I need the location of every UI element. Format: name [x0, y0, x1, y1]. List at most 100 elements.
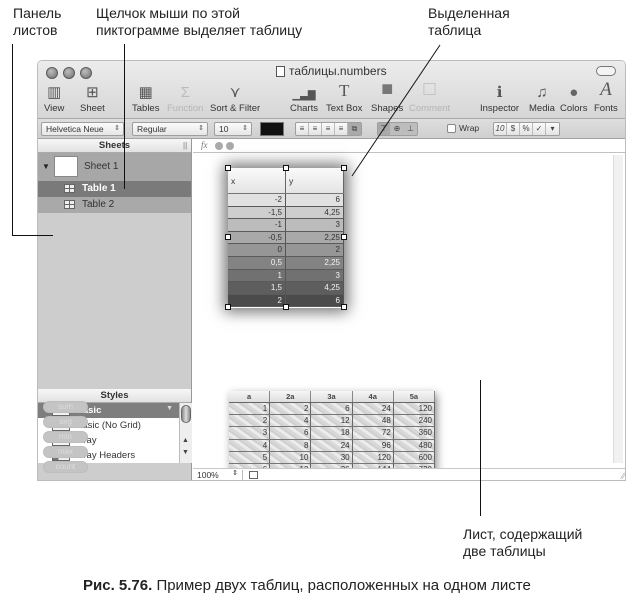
resize-handle[interactable] [341, 234, 347, 240]
table-cell[interactable]: 12 [311, 415, 353, 427]
table-cell[interactable]: 3 [286, 269, 344, 282]
zoom-window-button[interactable] [80, 67, 92, 79]
header-cell[interactable]: 5a [394, 391, 436, 402]
toolbar-toggle-button[interactable] [596, 66, 616, 76]
cancel-formula-icon[interactable] [215, 142, 223, 150]
toolbar-text-box-button[interactable]: T Text Box [326, 81, 362, 114]
header-cell[interactable]: x [228, 168, 286, 193]
align-justify-button[interactable]: ≡ [335, 123, 348, 135]
resize-handle[interactable] [225, 165, 231, 171]
zoom-select[interactable]: 100% ⇕ [197, 470, 243, 480]
table-cell[interactable]: 2 [286, 244, 344, 256]
table-cell[interactable]: 6 [270, 427, 312, 439]
table-cell[interactable]: 1 [228, 269, 286, 282]
table-cell[interactable]: 10 [270, 451, 312, 463]
table-cell[interactable]: 2 [270, 403, 312, 415]
table-cell[interactable]: 240 [394, 415, 436, 427]
table-cell[interactable]: 8 [270, 439, 312, 451]
page-view-icon[interactable] [249, 471, 258, 479]
table-cell[interactable]: 2 [228, 294, 286, 307]
resize-handle[interactable] [225, 304, 231, 310]
table-cell[interactable]: 2,25 [286, 256, 344, 269]
table-cell[interactable]: 48 [353, 415, 394, 427]
more-formats-button[interactable]: ▾ [546, 123, 559, 135]
table-cell[interactable]: 6 [286, 194, 344, 206]
table-cell[interactable]: 4,25 [286, 282, 344, 294]
valign-bottom-button[interactable]: ⊥ [404, 123, 417, 135]
vertical-scrollbar[interactable] [613, 155, 623, 463]
chevron-down-icon[interactable]: ▼ [166, 405, 173, 412]
toolbar-function-button[interactable]: Σ Function [167, 81, 203, 114]
close-window-button[interactable] [46, 67, 58, 79]
table-cell[interactable]: -1 [228, 219, 286, 231]
table-cell[interactable]: 4 [229, 439, 271, 451]
table-cell[interactable]: 2 [229, 415, 271, 427]
toolbar-media-button[interactable]: ♫ Media [529, 81, 555, 114]
quick-max-button[interactable]: max [43, 446, 88, 458]
table-icon[interactable] [64, 184, 75, 193]
table-cell[interactable]: 6 [311, 403, 353, 415]
table-cell[interactable]: 2,25 [286, 231, 344, 244]
table-cell[interactable]: 120 [394, 403, 436, 415]
toolbar-colors-button[interactable]: ● Colors [560, 81, 587, 114]
table-cell[interactable]: 4,25 [286, 206, 344, 219]
font-family-select[interactable]: Helvetica Neue ⇕ [41, 122, 124, 136]
toolbar-sheet-button[interactable]: ⊞ Sheet [80, 81, 105, 114]
styles-scrollbar[interactable]: ▲ ▼ [179, 403, 192, 463]
header-cell[interactable]: a [229, 391, 271, 402]
header-cell[interactable]: 2a [270, 391, 312, 402]
resize-grip-icon[interactable]: ⁄⁄ [622, 471, 625, 480]
toolbar-shapes-button[interactable]: ■ Shapes [371, 78, 403, 114]
font-style-select[interactable]: Regular ⇕ [132, 122, 208, 136]
pane-splitter-icon[interactable]: || [183, 141, 187, 150]
table-cell[interactable]: 3 [286, 219, 344, 231]
valign-top-button[interactable]: ⊤ [378, 123, 391, 135]
scroll-up-icon[interactable]: ▲ [182, 437, 189, 444]
table-cell[interactable]: 18 [311, 427, 353, 439]
sheet-table-item[interactable]: Table 2 [38, 197, 191, 213]
table-cell[interactable]: 5 [229, 451, 271, 463]
quick-min-button[interactable]: min [43, 431, 88, 443]
toolbar-fonts-button[interactable]: A Fonts [594, 79, 618, 114]
sheet-canvas[interactable]: || fx x y -2 6 -1,5 4,25 -1 3 -0,5 2,25 0 2 0,5 2,2… [183, 139, 625, 480]
table-cell[interactable]: 72 [353, 427, 394, 439]
toolbar-view-button[interactable]: ▥ View [44, 81, 64, 114]
font-size-select[interactable]: 10 ⇕ [214, 122, 252, 136]
wrap-checkbox[interactable]: Wrap [447, 123, 479, 133]
table-cell[interactable]: 1,5 [228, 282, 286, 294]
sheet-table-item[interactable]: Table 1 [38, 181, 191, 197]
table-cell[interactable]: -0,5 [228, 231, 286, 244]
header-cell[interactable]: 4a [353, 391, 394, 402]
table-cell[interactable]: 3 [229, 427, 271, 439]
minimize-window-button[interactable] [63, 67, 75, 79]
checkbox-format-button[interactable]: ✓ [533, 123, 546, 135]
decimal-format-button[interactable]: 10 [494, 123, 507, 135]
table-cell[interactable]: -1,5 [228, 206, 286, 219]
toolbar-charts-button[interactable]: ▁▃▇ Charts [290, 81, 318, 114]
align-right-button[interactable]: ≡ [322, 123, 335, 135]
currency-format-button[interactable]: $ [507, 123, 520, 135]
align-center-button[interactable]: ≡ [309, 123, 322, 135]
accept-formula-icon[interactable] [226, 142, 234, 150]
toolbar-sort-filter-button[interactable]: ⋎ Sort & Filter [210, 81, 260, 114]
sheet-item[interactable]: ▼ Sheet 1 [38, 153, 191, 181]
table-cell[interactable]: 600 [394, 451, 436, 463]
quick-avg-button[interactable]: avg [43, 416, 88, 428]
table-cell[interactable]: 0 [228, 244, 286, 256]
toolbar-comment-button[interactable]: □ Comment [409, 78, 450, 114]
scroll-thumb[interactable] [181, 405, 191, 423]
header-cell[interactable]: 3a [311, 391, 353, 402]
resize-handle[interactable] [341, 165, 347, 171]
table-cell[interactable]: 480 [394, 439, 436, 451]
quick-count-button[interactable]: count [43, 461, 88, 473]
resize-handle[interactable] [225, 234, 231, 240]
table-cell[interactable]: 6 [286, 294, 344, 307]
disclosure-triangle-icon[interactable]: ▼ [42, 162, 50, 171]
toolbar-tables-button[interactable]: ▦ Tables [132, 81, 159, 114]
table-cell[interactable]: 360 [394, 427, 436, 439]
percent-format-button[interactable]: % [520, 123, 533, 135]
quick-sum-button[interactable]: sum [43, 401, 88, 413]
table-cell[interactable]: 0,5 [228, 256, 286, 269]
table-cell[interactable]: 120 [353, 451, 394, 463]
text-color-well[interactable] [260, 122, 284, 136]
